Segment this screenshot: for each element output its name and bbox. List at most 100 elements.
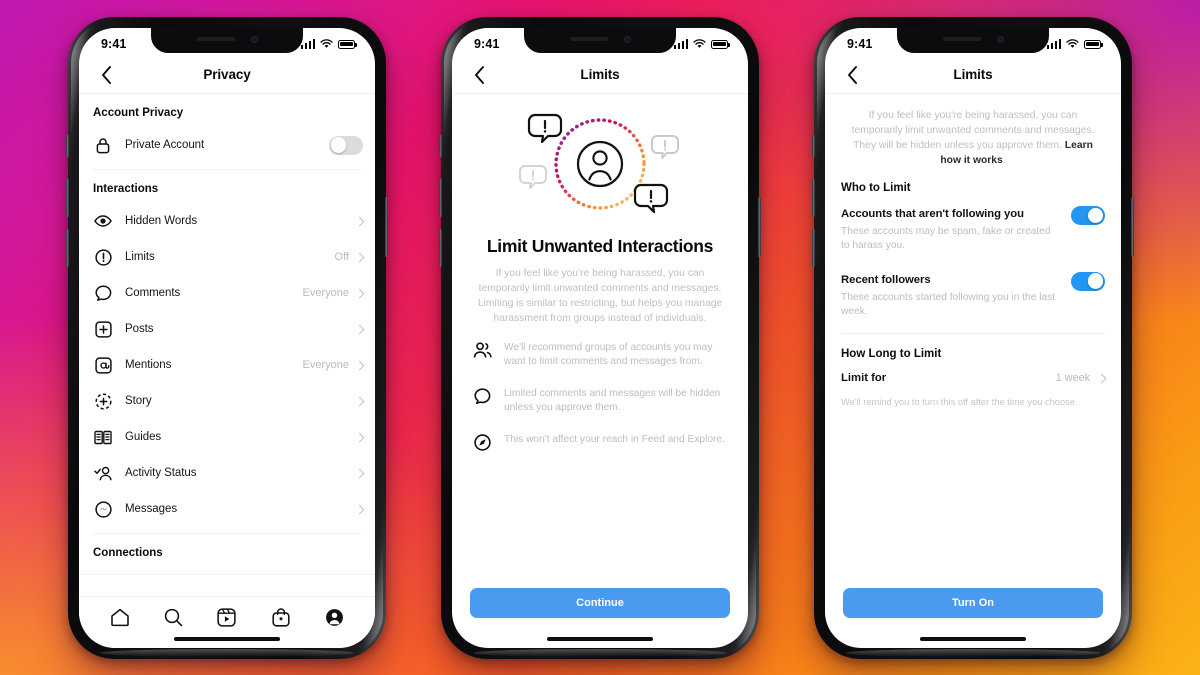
sidebar-item-hidden-words[interactable]: Hidden Words	[79, 203, 375, 239]
earpiece-speaker-icon	[569, 37, 608, 41]
comment-icon	[472, 387, 492, 405]
phone1-volume-down-button[interactable]	[66, 229, 69, 267]
turn-on-button[interactable]: Turn On	[843, 588, 1103, 618]
phone1-volume-up-button[interactable]	[66, 179, 69, 217]
sidebar-item-activity-status[interactable]: Activity Status	[79, 455, 375, 491]
status-time: 9:41	[847, 37, 873, 51]
option-subtitle: These accounts may be spam, fake or crea…	[841, 226, 1051, 252]
phone3-body: If you feel like you're being harassed, …	[825, 94, 1121, 648]
phone3-nav-bar: Limits	[825, 56, 1121, 94]
chevron-right-icon	[354, 504, 365, 514]
mentions-icon	[93, 355, 113, 375]
front-camera-icon	[250, 35, 258, 43]
wifi-icon	[693, 39, 706, 48]
option-subtitle: These accounts started following you in …	[841, 291, 1056, 317]
phones-stage: 9:41 Privacy Account Privacy Private Acc…	[0, 0, 1200, 675]
row-value: Off	[334, 251, 349, 263]
description-text: If you feel like you're being harassed, …	[851, 110, 1095, 152]
story-icon	[93, 391, 113, 411]
chevron-right-icon	[354, 432, 365, 442]
status-icons	[300, 39, 357, 49]
back-button[interactable]	[839, 62, 865, 88]
row-label: Private Account	[125, 139, 205, 151]
chevron-right-icon	[354, 288, 365, 298]
phone1-notch	[151, 28, 303, 53]
phone1-body: Account Privacy Private Account Interact…	[79, 94, 375, 648]
phone2-notch	[524, 28, 676, 53]
status-icons	[673, 39, 730, 49]
battery-full-icon	[338, 39, 357, 49]
sidebar-item-limits[interactable]: Limits Off	[79, 239, 375, 275]
option-title: Recent followers	[841, 273, 931, 286]
phone3-mute-switch[interactable]	[812, 135, 815, 157]
section-header-account-privacy: Account Privacy	[93, 107, 184, 119]
limits-description: If you feel like you're being harassed, …	[825, 94, 1121, 168]
phone2-screen: 9:41 Limits Limit Unwanted Interactions …	[452, 28, 748, 648]
list-item: This won't affect your reach in Feed and…	[472, 433, 728, 451]
limit-unwanted-interactions-illustration	[452, 100, 748, 232]
row-label: Limits	[125, 251, 155, 263]
recent-followers-toggle[interactable]	[1071, 271, 1105, 291]
posts-icon	[93, 319, 113, 339]
sidebar-item-guides[interactable]: Guides	[79, 419, 375, 455]
cellular-bars-icon	[300, 39, 315, 49]
phone1-power-button[interactable]	[385, 197, 388, 257]
home-indicator	[174, 637, 280, 641]
reels-icon[interactable]	[214, 605, 240, 631]
row-label: Guides	[125, 431, 162, 443]
status-time: 9:41	[474, 37, 500, 51]
comment-icon	[93, 283, 113, 303]
phone2-nav-bar: Limits	[452, 56, 748, 94]
chevron-right-icon	[1096, 373, 1107, 384]
chevron-right-icon	[354, 360, 365, 370]
phone3-volume-down-button[interactable]	[812, 229, 815, 267]
description-suffix: .	[1002, 155, 1006, 167]
sidebar-item-messages[interactable]: Messages	[79, 491, 375, 527]
phone1-mute-switch[interactable]	[66, 135, 69, 157]
page-title: Limits	[580, 67, 620, 82]
search-icon[interactable]	[160, 605, 186, 631]
limits-icon	[93, 247, 113, 267]
section-header-who-to-limit: Who to Limit	[841, 182, 911, 195]
back-button[interactable]	[93, 62, 119, 88]
row-label: Messages	[125, 503, 178, 515]
row-private-account[interactable]: Private Account	[79, 127, 375, 163]
sidebar-item-mentions[interactable]: Mentions Everyone	[79, 347, 375, 383]
option-accounts-not-following[interactable]: Accounts that aren't following you These…	[825, 200, 1121, 254]
back-button[interactable]	[466, 62, 492, 88]
phone2-volume-up-button[interactable]	[439, 179, 442, 217]
hidden-words-icon	[93, 211, 113, 231]
row-label: Story	[125, 395, 152, 407]
phone3-power-button[interactable]	[1131, 197, 1134, 257]
phone2-mute-switch[interactable]	[439, 135, 442, 157]
home-icon[interactable]	[107, 605, 133, 631]
sidebar-item-story[interactable]: Story	[79, 383, 375, 419]
option-text: Recent followers These accounts started …	[841, 270, 1071, 320]
onboarding-bullets: We'll recommend groups of accounts you m…	[452, 327, 748, 451]
shop-icon[interactable]	[268, 605, 294, 631]
divider	[79, 574, 375, 575]
messages-icon	[93, 499, 113, 519]
bullet-text: Limited comments and messages will be hi…	[504, 387, 721, 414]
sidebar-item-posts[interactable]: Posts	[79, 311, 375, 347]
continue-button[interactable]: Continue	[470, 588, 730, 618]
phone3-volume-up-button[interactable]	[812, 179, 815, 217]
limit-for-label: Limit for	[841, 372, 887, 385]
list-item: We'll recommend groups of accounts you m…	[472, 341, 728, 370]
phone2-power-button[interactable]	[758, 197, 761, 257]
phone-limits-intro: 9:41 Limits Limit Unwanted Interactions …	[439, 17, 761, 659]
activity-status-icon	[93, 463, 113, 483]
group-accounts-icon	[472, 341, 492, 358]
compass-explore-icon	[472, 433, 492, 451]
cellular-bars-icon	[1046, 39, 1061, 49]
sidebar-item-comments[interactable]: Comments Everyone	[79, 275, 375, 311]
phone2-body: Limit Unwanted Interactions If you feel …	[452, 94, 748, 648]
option-recent-followers[interactable]: Recent followers These accounts started …	[825, 266, 1121, 320]
private-account-toggle[interactable]	[329, 135, 363, 155]
accounts-not-following-toggle[interactable]	[1071, 206, 1105, 226]
chevron-right-icon	[354, 468, 365, 478]
limit-for-row[interactable]: Limit for 1 week	[825, 366, 1121, 384]
phone1-nav-bar: Privacy	[79, 56, 375, 94]
profile-icon[interactable]	[321, 605, 347, 631]
phone2-volume-down-button[interactable]	[439, 229, 442, 267]
